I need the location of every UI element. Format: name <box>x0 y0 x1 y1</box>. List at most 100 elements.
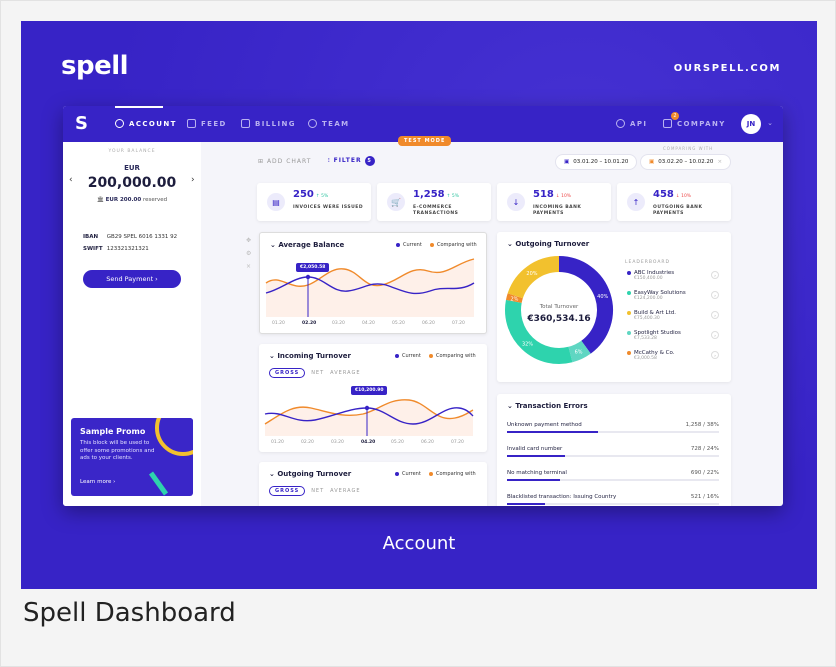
balance-amount: 200,000.00 <box>87 175 177 191</box>
donut-slice-label: 20% <box>526 271 537 277</box>
error-bar-track <box>507 479 719 481</box>
close-icon[interactable]: × <box>246 263 251 270</box>
nav-billing[interactable]: BILLING <box>241 119 296 128</box>
chevron-right-icon[interactable]: › <box>711 311 719 319</box>
kpi-card[interactable]: ↑ 458 ↓ 10% OUTGOING BANK PAYMENTS <box>617 183 731 221</box>
swift-label: SWIFT <box>83 246 103 252</box>
arrow-down-icon: ↓ <box>507 193 525 211</box>
donut-chart: 40% 6% 32% 2% 20% <box>505 256 613 364</box>
send-payment-button[interactable]: Send Payment › <box>83 270 181 288</box>
x-tick: 06.20 <box>421 440 434 445</box>
x-tick: 04.20 <box>361 440 376 445</box>
nav-company-label: COMPANY <box>677 119 726 128</box>
error-row[interactable]: Unknown payment method 1,258 / 38% <box>507 422 719 433</box>
leaderboard-dot <box>627 290 631 295</box>
error-value: 1,258 / 38% <box>685 422 719 428</box>
chevron-right-icon[interactable]: › <box>711 351 719 359</box>
reserved-value: EUR 200.00 <box>105 197 142 203</box>
error-label: No matching terminal <box>507 470 567 476</box>
x-tick: 05.20 <box>392 321 405 326</box>
kpi-card[interactable]: ▤ 250 ↑ 5% INVOICES WERE ISSUED <box>257 183 371 221</box>
leaderboard-dot <box>627 330 631 335</box>
nav-team[interactable]: TEAM <box>308 119 350 128</box>
tab-net[interactable]: NET <box>311 488 324 494</box>
calendar-icon: ▣ <box>564 159 570 165</box>
active-tab-indicator <box>115 106 163 108</box>
filter-count-badge: 5 <box>364 156 375 166</box>
leaderboard-item[interactable]: Spotlight Studios €7,533.28 › <box>627 330 719 341</box>
add-icon: ⊞ <box>258 158 267 165</box>
kpi-card[interactable]: ↓ 518 ↓ 10% INCOMING BANK PAYMENTS <box>497 183 611 221</box>
avatar[interactable]: JN <box>741 114 761 134</box>
dashboard-app: S ACCOUNT FEED BILLING TEAM API COMPANY … <box>63 106 783 506</box>
billing-icon <box>241 119 250 128</box>
tab-gross[interactable]: GROSS <box>269 486 306 496</box>
filter-button[interactable]: ⫶ FILTER 5 <box>328 156 375 166</box>
donut-slice-label: 32% <box>522 342 533 348</box>
nav-billing-label: BILLING <box>255 119 296 128</box>
error-bar-track <box>507 455 719 457</box>
app-logo[interactable]: S <box>75 113 88 134</box>
kpi-value-number: 250 <box>293 189 314 200</box>
add-chart-button[interactable]: ⊞ ADD CHART <box>258 158 311 165</box>
date-range-value: 03.01.20 – 10.01.20 <box>573 159 629 165</box>
chart-tooltip: €2,050.58 <box>296 263 330 272</box>
errors-title: Transaction Errors <box>515 402 588 410</box>
nav-account[interactable]: ACCOUNT <box>115 119 177 128</box>
iban-label: IBAN <box>83 234 99 240</box>
kpi-card[interactable]: 🛒 1,258 ↑ 5% E-COMMERCE TRANSACTIONS <box>377 183 491 221</box>
learn-more-link[interactable]: Learn more › <box>80 479 115 485</box>
legend-comparing: Comparing with <box>429 471 476 477</box>
transaction-errors-panel: ⌄ Transaction Errors Unknown payment met… <box>497 394 731 506</box>
donut-center-label: Total Turnover <box>539 304 579 310</box>
leaderboard-dot <box>627 270 631 275</box>
widget-tools: ✥ ⚙ × <box>246 237 251 270</box>
leaderboard-dot <box>627 310 631 315</box>
panel-title: ⌄ Outgoing Turnover <box>269 470 351 478</box>
error-row[interactable]: Blacklisted transaction: Issuing Country… <box>507 494 719 505</box>
leaderboard-item[interactable]: Build & Art Ltd. €75,400.30 › <box>627 310 719 321</box>
error-row[interactable]: Invalid card number 728 / 24% <box>507 446 719 457</box>
x-tick: 04.20 <box>362 321 375 326</box>
chevron-down-icon[interactable]: ⌄ <box>767 119 773 127</box>
leaderboard-item[interactable]: McCathy & Co. €3,000.58 › <box>627 350 719 361</box>
error-value: 521 / 16% <box>690 494 719 500</box>
error-bar-fill <box>507 479 560 481</box>
legend-current-label: Current <box>402 471 421 477</box>
leaderboard-item[interactable]: ABC Industries €150,400.00 › <box>627 270 719 281</box>
promo-text: This block will be used to offer some pr… <box>80 440 155 461</box>
chevron-right-icon[interactable]: › <box>711 331 719 339</box>
tab-average[interactable]: AVERAGE <box>330 488 360 494</box>
calendar-icon: ▣ <box>649 159 655 165</box>
close-icon[interactable]: × <box>717 159 722 165</box>
avg-balance-chart <box>265 258 475 317</box>
kpi-label: INCOMING BANK PAYMENTS <box>533 205 582 216</box>
leaderboard-title: LEADERBOARD <box>625 260 671 265</box>
reserved-suffix: reserved <box>142 197 168 203</box>
nav-company[interactable]: COMPANY <box>663 119 726 128</box>
nav-api[interactable]: API <box>616 119 647 128</box>
date-range-picker[interactable]: ▣ 03.01.20 – 10.01.20 <box>555 154 638 170</box>
site-url[interactable]: OURSPELL.COM <box>674 63 781 74</box>
company-icon <box>663 119 672 128</box>
donut-slice[interactable] <box>507 256 560 299</box>
nav-feed[interactable]: FEED <box>187 119 227 128</box>
error-row[interactable]: No matching terminal 690 / 22% <box>507 470 719 481</box>
chevron-right-icon[interactable]: › <box>711 291 719 299</box>
legend-dot-comparing <box>429 471 433 476</box>
api-icon <box>616 119 625 128</box>
screen-caption: Account <box>382 533 456 554</box>
leaderboard-item[interactable]: EasyWay Solutions €124,200.00 › <box>627 290 719 301</box>
gear-icon[interactable]: ⚙ <box>246 250 251 257</box>
kpi-value-number: 458 <box>653 189 674 200</box>
drag-handle-icon[interactable]: ✥ <box>246 237 251 244</box>
x-tick: 02.20 <box>301 440 314 445</box>
compare-range-picker[interactable]: ▣ 03.02.20 – 10.02.20 × <box>640 154 732 170</box>
company-badge: 2 <box>671 112 679 120</box>
donut-slice-label: 6% <box>575 350 583 356</box>
chevron-right-icon[interactable]: › <box>711 271 719 279</box>
incoming-turnover-panel: ⌄ Incoming Turnover Current Comparing wi… <box>259 344 487 452</box>
error-label: Blacklisted transaction: Issuing Country <box>507 494 617 500</box>
nav-api-label: API <box>630 119 648 128</box>
x-tick: 07.20 <box>452 321 465 326</box>
